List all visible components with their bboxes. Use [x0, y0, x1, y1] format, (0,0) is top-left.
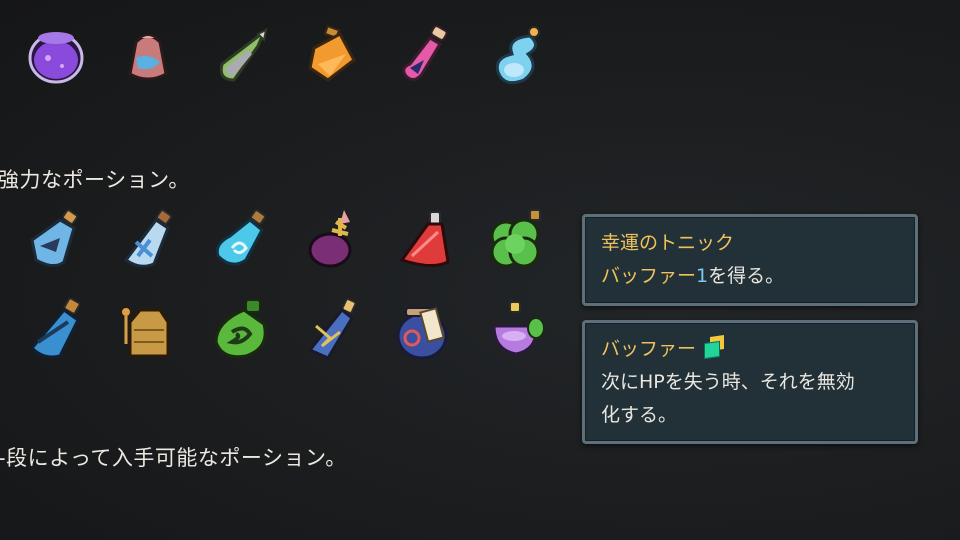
keyword-tooltip: バッファー 次にHPを失う時、それを無効 化する。 — [582, 320, 918, 444]
tooltip-potion-description: バッファー1を得る。 — [601, 260, 901, 293]
tooltip-keyword-title-row: バッファー — [601, 333, 901, 366]
cracked-blue-potion-icon[interactable] — [300, 298, 364, 362]
orange-flask-potion-icon[interactable] — [300, 24, 364, 88]
potion-description-bottom: -段によって入手可能なポーション。 — [0, 446, 347, 470]
potion-description-top: 強力なポーション。 — [0, 168, 190, 192]
blue-chain-bottle-potion-icon[interactable] — [24, 298, 88, 362]
green-shard-potion-icon[interactable] — [208, 24, 272, 88]
label-jar-potion-icon[interactable] — [392, 298, 456, 362]
tooltip-keyword-title: バッファー — [601, 338, 697, 360]
purple-cross-potion-icon[interactable] — [300, 208, 364, 272]
green-ghost-jar-potion-icon[interactable] — [208, 298, 272, 362]
keyword-buffer[interactable]: バッファー — [601, 265, 696, 287]
potion-row-3 — [0, 298, 560, 368]
red-flask-potion-icon[interactable] — [392, 208, 456, 272]
clover-potion-icon[interactable] — [484, 208, 548, 272]
purple-orb-potion-icon[interactable] — [24, 24, 88, 88]
blue-gourd-potion-icon[interactable] — [484, 24, 548, 88]
ship-in-bottle-potion-icon[interactable] — [24, 208, 88, 272]
violet-bowl-potion-icon[interactable] — [484, 298, 548, 362]
potion-tooltip: 幸運のトニック バッファー1を得る。 — [582, 214, 918, 306]
white-x-bottle-potion-icon[interactable] — [116, 208, 180, 272]
potion-row-2 — [0, 208, 560, 278]
buffer-power-icon — [702, 335, 728, 360]
buffer-amount: 1 — [696, 265, 709, 287]
tooltip-keyword-line2: 化する。 — [601, 404, 678, 426]
potion-row-1 — [0, 24, 560, 94]
tooltip-potion-title: 幸運のトニック — [601, 232, 735, 254]
tooltip-keyword-line1: 次にHPを失う時、それを無効 — [601, 371, 855, 393]
description-rest: を得る。 — [708, 265, 785, 287]
swirl-bottle-potion-icon[interactable] — [208, 208, 272, 272]
golden-pot-potion-icon[interactable] — [116, 298, 180, 362]
pink-vial-potion-icon[interactable] — [392, 24, 456, 88]
snecko-jar-potion-icon[interactable] — [116, 24, 180, 88]
